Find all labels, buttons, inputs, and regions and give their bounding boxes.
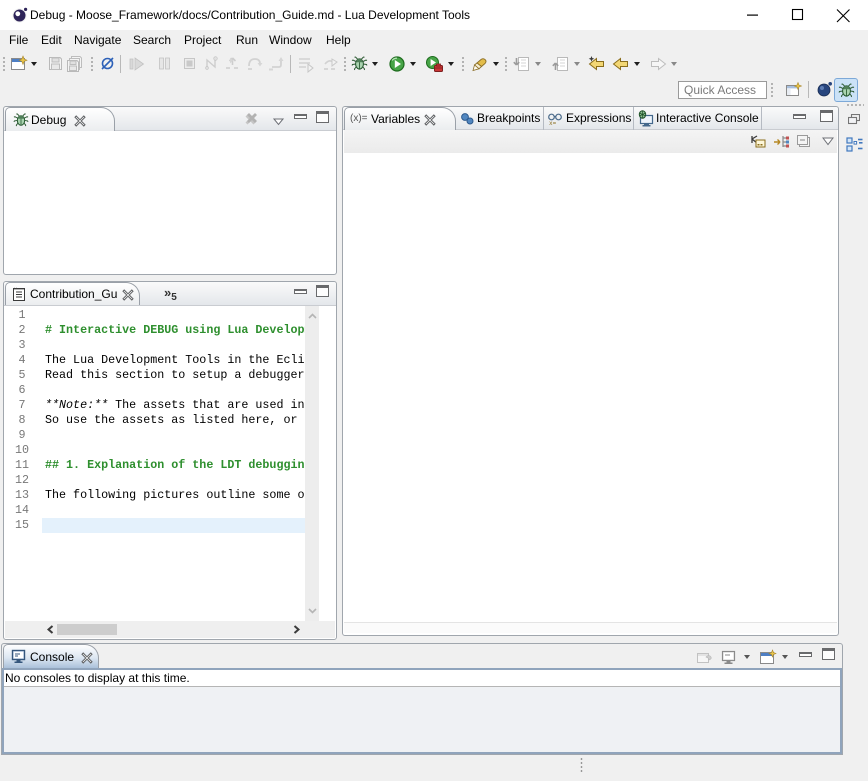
svg-text:x=: x= bbox=[549, 120, 557, 126]
